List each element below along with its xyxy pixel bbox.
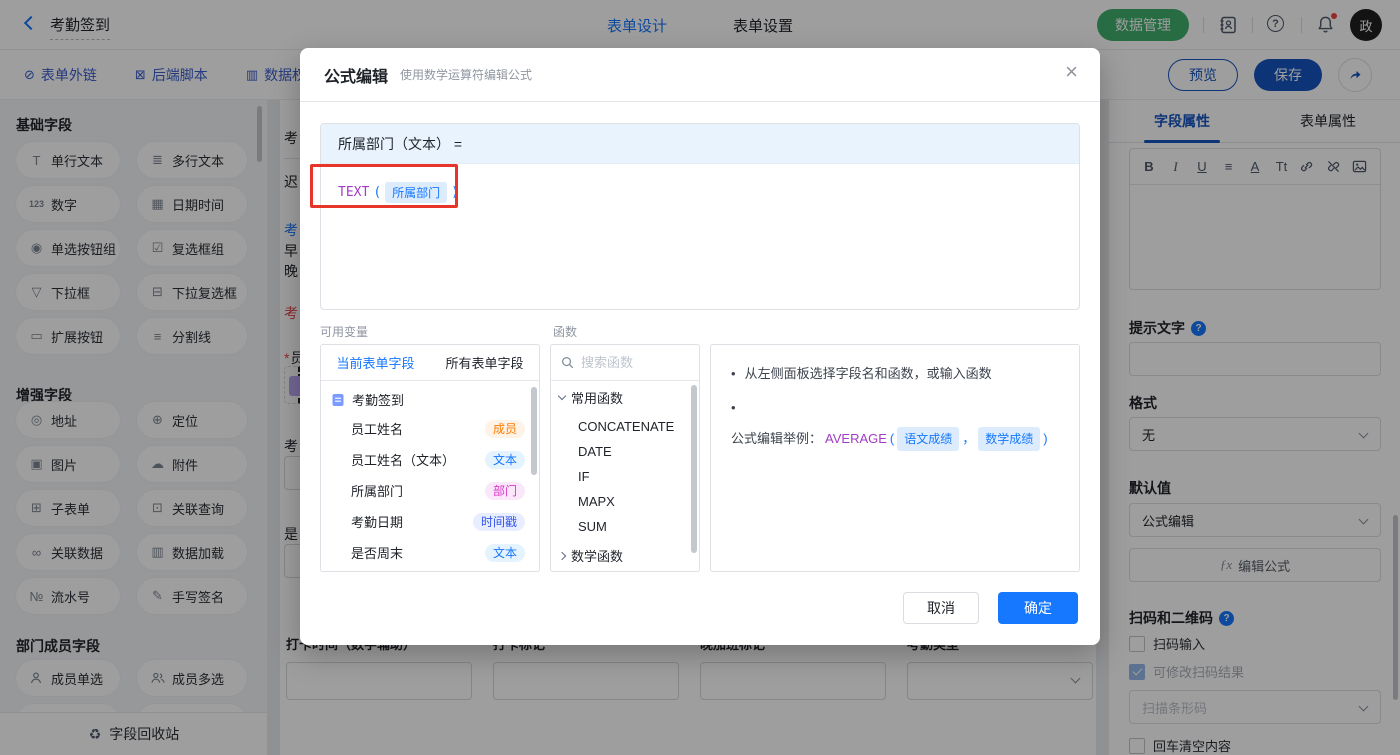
formula-editor: 所属部门（文本） = TEXT ( 所属部门 ) bbox=[320, 123, 1080, 310]
function-item[interactable]: MAPX bbox=[551, 489, 699, 514]
tag-member: 成员 bbox=[484, 419, 525, 438]
tag-text: 文本 bbox=[484, 450, 525, 469]
function-item[interactable]: SUM bbox=[551, 514, 699, 539]
variable-item[interactable]: 是否节假日 文本 bbox=[321, 568, 539, 571]
help-line-1: • 从左侧面板选择字段名和函数，或输入函数 bbox=[731, 366, 992, 381]
variables-panel: 当前表单字段 所有表单字段 考勤签到 员工姓名 成员 员工姓名（文本） 文本 所… bbox=[320, 344, 540, 572]
variable-item[interactable]: 考勤日期 时间戳 bbox=[321, 506, 539, 537]
function-item[interactable]: DATE bbox=[551, 439, 699, 464]
function-search bbox=[551, 345, 699, 381]
example-field-chip: 数学成绩 bbox=[978, 427, 1041, 451]
annotation-red-rectangle bbox=[310, 164, 458, 208]
modal-subtitle: 使用数学运算符编辑公式 bbox=[400, 68, 533, 82]
function-item[interactable]: IF bbox=[551, 464, 699, 489]
variables-root[interactable]: 考勤签到 bbox=[321, 381, 539, 413]
variables-scrollbar[interactable] bbox=[531, 387, 537, 475]
chevron-right-icon bbox=[557, 551, 567, 560]
function-item[interactable]: CONCATENATE bbox=[551, 414, 699, 439]
help-line-2: • 公式编辑举例： AVERAGE ( 语文成绩 ， 数学成绩 ) bbox=[731, 398, 1059, 451]
formula-target: 所属部门（文本） = bbox=[321, 124, 1079, 164]
tab-all-form-fields[interactable]: 所有表单字段 bbox=[430, 345, 539, 380]
tag-text: 文本 bbox=[484, 543, 525, 562]
form-designer-app: 考勤签到 表单设计 表单设置 数据管理 ? 政 ⊘ 表单外链 ⊠ 后端脚本 ▥ … bbox=[0, 0, 1400, 755]
variables-label: 可用变量 bbox=[320, 325, 369, 339]
tag-department: 部门 bbox=[484, 481, 525, 500]
function-group-common[interactable]: 常用函数 bbox=[551, 381, 699, 414]
formula-help-panel: • 从左侧面板选择字段名和函数，或输入函数 • 公式编辑举例： AVERAGE … bbox=[710, 344, 1080, 572]
search-icon bbox=[561, 356, 574, 369]
variable-item[interactable]: 员工姓名 成员 bbox=[321, 413, 539, 444]
example-function-keyword: AVERAGE bbox=[825, 431, 887, 446]
function-group-math[interactable]: 数学函数 bbox=[551, 539, 699, 571]
variable-item[interactable]: 员工姓名（文本） 文本 bbox=[321, 444, 539, 475]
tag-timestamp: 时间戳 bbox=[472, 512, 525, 531]
search-input[interactable] bbox=[581, 355, 689, 370]
variable-item[interactable]: 是否周末 文本 bbox=[321, 537, 539, 568]
chevron-down-icon bbox=[557, 391, 567, 401]
confirm-button[interactable]: 确定 bbox=[998, 592, 1078, 624]
variable-item[interactable]: 所属部门 部门 bbox=[321, 475, 539, 506]
functions-scrollbar[interactable] bbox=[691, 385, 697, 553]
modal-title: 公式编辑 bbox=[324, 68, 389, 86]
example-field-chip: 语文成绩 bbox=[897, 427, 960, 451]
tab-current-form-fields[interactable]: 当前表单字段 bbox=[321, 345, 430, 380]
variables-tabs: 当前表单字段 所有表单字段 bbox=[321, 345, 539, 381]
cancel-button[interactable]: 取消 bbox=[903, 592, 979, 624]
form-doc-icon bbox=[331, 393, 345, 407]
functions-panel: 常用函数 CONCATENATE DATE IF MAPX SUM 数学函数 文… bbox=[550, 344, 700, 572]
functions-label: 函数 bbox=[553, 325, 578, 339]
modal-header: 公式编辑 使用数学运算符编辑公式 bbox=[300, 48, 1100, 102]
close-icon[interactable]: × bbox=[1065, 61, 1078, 83]
formula-edit-modal: 公式编辑 使用数学运算符编辑公式 × 所属部门（文本） = TEXT ( 所属部… bbox=[300, 48, 1100, 645]
